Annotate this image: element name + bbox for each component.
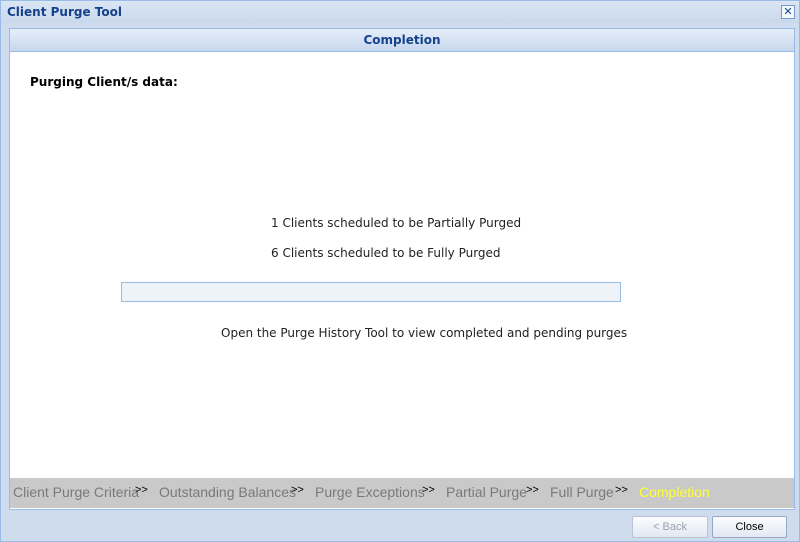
step-completion[interactable]: Completion	[639, 484, 710, 500]
step-separator: >>	[422, 484, 435, 496]
completion-panel: Completion Purging Client/s data: 1 Clie…	[9, 28, 795, 510]
step-purge-exceptions[interactable]: Purge Exceptions	[315, 484, 425, 500]
step-separator: >>	[615, 484, 628, 496]
step-partial-purge[interactable]: Partial Purge	[446, 484, 527, 500]
step-outstanding-balances[interactable]: Outstanding Balances	[159, 484, 296, 500]
window-titlebar: Client Purge Tool ✕	[1, 1, 799, 23]
purge-progress-bar	[121, 282, 621, 302]
step-separator: >>	[526, 484, 539, 496]
full-purge-count: 6 Clients scheduled to be Fully Purged	[271, 246, 501, 260]
wizard-steps: Client Purge Criteria >> Outstanding Bal…	[10, 478, 794, 508]
panel-header: Completion	[10, 29, 794, 52]
step-separator: >>	[135, 484, 148, 496]
partial-purge-count: 1 Clients scheduled to be Partially Purg…	[271, 216, 522, 230]
purge-history-note: Open the Purge History Tool to view comp…	[221, 326, 628, 340]
back-button[interactable]: < Back	[632, 516, 708, 538]
purging-heading: Purging Client/s data:	[30, 75, 178, 89]
close-button[interactable]: Close	[712, 516, 787, 538]
step-full-purge[interactable]: Full Purge	[550, 484, 614, 500]
step-separator: >>	[291, 484, 304, 496]
panel-header-title: Completion	[363, 33, 441, 47]
window-title: Client Purge Tool	[7, 5, 122, 19]
window-close-icon[interactable]: ✕	[781, 5, 795, 19]
purge-tool-window: Client Purge Tool ✕ Completion Purging C…	[0, 0, 800, 542]
step-client-purge-criteria[interactable]: Client Purge Criteria	[13, 484, 139, 500]
